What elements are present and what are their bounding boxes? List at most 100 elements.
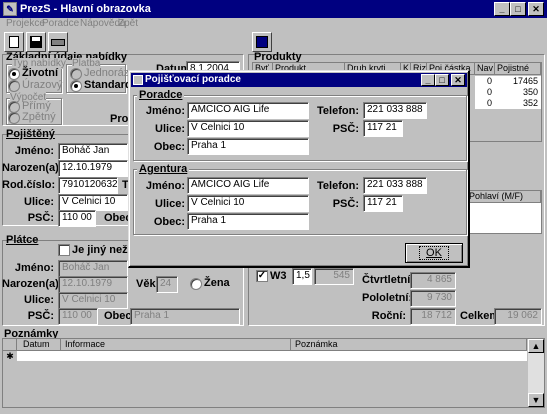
agentura-ulice-field[interactable]: V Celnici 10 <box>187 195 309 212</box>
new-document-icon <box>9 36 19 48</box>
payer-obec-field[interactable]: Praha 1 <box>130 308 240 325</box>
insured-rc-field[interactable]: 7910120632 <box>58 177 118 194</box>
dialog-titlebar: Pojišťovací poradce _ □ ✕ <box>131 73 467 87</box>
radio-urazovy[interactable] <box>8 80 20 92</box>
notes-new-row[interactable] <box>17 351 527 362</box>
insured-psc-field[interactable]: 110 00 <box>58 210 96 227</box>
col-pohlavi[interactable]: Pohlaví (M/F) <box>467 191 541 203</box>
notes-col-datum[interactable]: Datum <box>17 339 61 351</box>
radio-zena[interactable] <box>190 278 202 290</box>
dialog-icon <box>133 75 143 85</box>
scroll-up-icon[interactable]: ▲ <box>528 339 544 353</box>
ok-button-label: OK <box>419 246 449 260</box>
w3-label: W3 <box>270 270 287 282</box>
table-row-3-pojistne[interactable]: 352 <box>495 98 541 109</box>
app-title: PrezS - Hlavní obrazovka <box>20 3 151 15</box>
dialog-title: Pojišťovací poradce <box>145 74 241 85</box>
notes-scrollbar[interactable]: ▲ ▼ <box>528 339 544 407</box>
radio-zena-label: Žena <box>204 277 230 289</box>
payer-vek-field[interactable]: 24 <box>156 276 178 293</box>
payer-ulice-label: Ulice: <box>24 294 54 306</box>
celkem-field[interactable]: 19 062 <box>494 308 542 325</box>
notes-col-poznamka[interactable]: Poznámka <box>291 339 527 351</box>
agentura-telefon-field[interactable]: 221 033 888 <box>363 177 427 194</box>
menu-zpet[interactable]: Zpět <box>118 18 138 29</box>
payer-different-checkbox[interactable] <box>58 244 70 256</box>
poradce-ulice-field[interactable]: V Celnici 10 <box>187 120 309 137</box>
col-pojistne[interactable]: Pojistné <box>495 63 541 75</box>
table-row-2-nav[interactable]: 0 <box>475 87 495 98</box>
poradce-obec-field[interactable]: Praha 1 <box>187 138 309 155</box>
save-button[interactable] <box>26 32 46 52</box>
advisor-button[interactable] <box>252 32 272 52</box>
new-document-button[interactable] <box>4 32 24 52</box>
insured-ulice-field[interactable]: V Celnici 10 <box>58 194 128 211</box>
payer-narozen-field[interactable]: 12.10.1979 <box>58 276 128 293</box>
poradce-jmeno-label: Jméno: <box>145 105 185 117</box>
print-button[interactable] <box>48 32 68 52</box>
poradce-telefon-field[interactable]: 221 033 888 <box>363 102 427 119</box>
payer-psc-label: PSČ: <box>27 310 54 322</box>
menu-poradce[interactable]: Poradce <box>42 18 79 29</box>
rocni-label: Roční: <box>371 310 406 322</box>
payer-psc-field[interactable]: 110 00 <box>58 308 98 325</box>
agentura-jmeno-field[interactable]: AMCICO AIG Life <box>187 177 309 194</box>
radio-zpetny[interactable] <box>8 112 20 124</box>
notes-col-informace[interactable]: Informace <box>61 339 291 351</box>
insured-jmeno-field[interactable]: Boháč Jan <box>58 143 128 160</box>
w3-checkbox[interactable]: ✓ <box>256 270 268 282</box>
ok-button[interactable]: OK <box>405 243 463 263</box>
radio-zpetny-label: Zpětný <box>22 111 56 123</box>
table-row-1-nav[interactable]: 0 <box>475 76 495 87</box>
radio-jednoraz-label: Jednoráz. <box>84 67 133 79</box>
poradce-jmeno-field[interactable]: AMCICO AIG Life <box>187 102 309 119</box>
agentura-jmeno-label: Jméno: <box>145 180 185 192</box>
notes-new-row-marker: ✱ <box>6 351 14 361</box>
radio-zivotni-label: Životní <box>22 67 59 79</box>
menu-bar: Projekce Poradce Nápověda Zpět <box>0 18 547 30</box>
radio-zivotni[interactable] <box>8 68 20 80</box>
pololetni-field[interactable]: 9 730 <box>410 290 456 307</box>
payer-jmeno-field[interactable]: Boháč Jan <box>58 260 128 277</box>
w3-rate-field[interactable]: 1,5 <box>292 268 312 285</box>
poradce-obec-label: Obec: <box>153 141 185 153</box>
col-nav[interactable]: Nav <box>475 63 495 75</box>
pololetni-label: Pololetní: <box>362 292 413 304</box>
w3-value-field[interactable]: 545 <box>314 268 354 285</box>
agentura-psc-field[interactable]: 117 21 <box>363 195 403 212</box>
printer-icon <box>51 39 65 46</box>
menu-projekce[interactable]: Projekce <box>6 18 45 29</box>
dialog-minimize-button[interactable]: _ <box>421 74 435 86</box>
dialog-maximize-button[interactable]: □ <box>435 74 449 86</box>
poradce-heading: Poradce <box>137 89 185 101</box>
radio-standardne[interactable] <box>70 80 82 92</box>
lower-table: Pohlaví (M/F) <box>466 190 542 234</box>
payer-heading: Plátce <box>6 234 39 246</box>
ctvrtletni-field[interactable]: 4 865 <box>410 272 456 289</box>
rocni-field[interactable]: 18 712 <box>410 308 456 325</box>
agentura-heading: Agentura <box>137 163 190 175</box>
agentura-obec-label: Obec: <box>153 216 185 228</box>
insured-narozen-field[interactable]: 12.10.1979 <box>58 160 128 177</box>
advisor-icon <box>256 36 268 48</box>
insured-narozen-label: Narozen(a): <box>2 162 63 174</box>
insured-rc-label: Rod.číslo: <box>2 179 56 191</box>
floppy-icon <box>30 36 42 48</box>
agentura-ulice-label: Ulice: <box>155 198 185 210</box>
scroll-down-icon[interactable]: ▼ <box>528 393 544 407</box>
table-row-1-pojistne[interactable]: 17465 <box>495 76 541 87</box>
maximize-button[interactable]: □ <box>510 2 526 16</box>
payer-narozen-label: Narozen(a): <box>2 278 63 290</box>
table-row-3-nav[interactable]: 0 <box>475 98 495 109</box>
table-row-2-pojistne[interactable]: 350 <box>495 87 541 98</box>
payer-ulice-field[interactable]: V Celnici 10 <box>58 292 128 309</box>
minimize-button[interactable]: _ <box>494 2 510 16</box>
dialog-close-button[interactable]: ✕ <box>451 74 465 86</box>
agentura-telefon-label: Telefon: <box>317 180 359 192</box>
radio-jednoraz[interactable] <box>70 68 82 80</box>
close-button[interactable]: ✕ <box>528 2 544 16</box>
insured-jmeno-label: Jméno: <box>14 145 54 157</box>
poradce-psc-field[interactable]: 117 21 <box>363 120 403 137</box>
payer-jmeno-label: Jméno: <box>14 262 54 274</box>
agentura-obec-field[interactable]: Praha 1 <box>187 213 309 230</box>
